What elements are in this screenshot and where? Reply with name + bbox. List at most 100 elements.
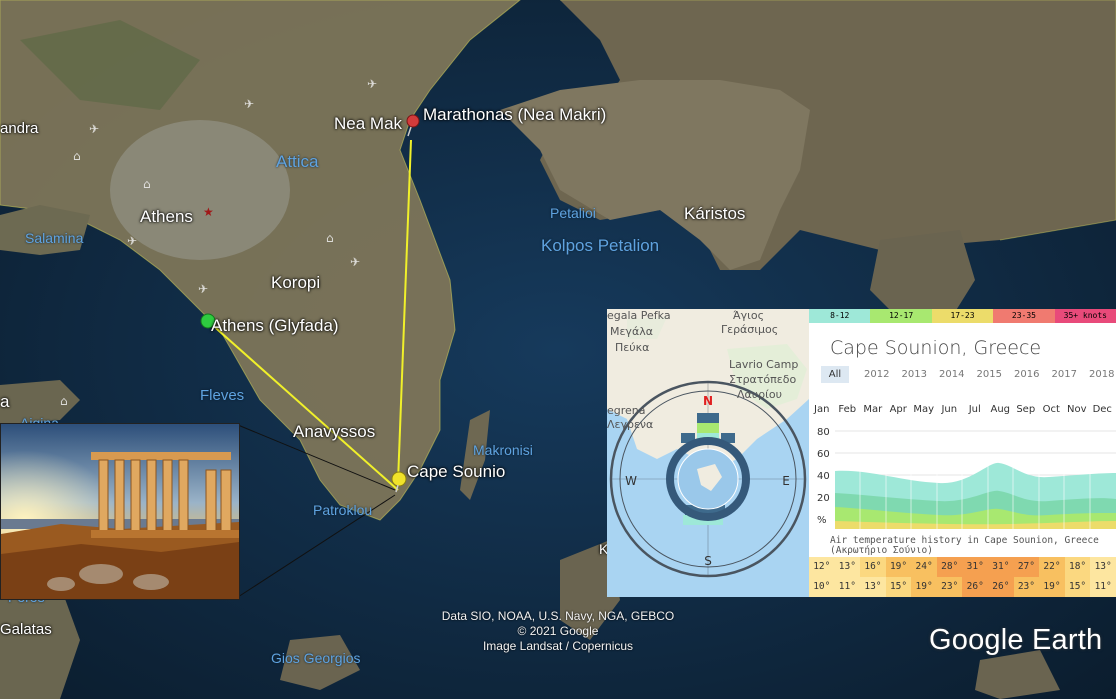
place-label-athens[interactable]: Athens bbox=[140, 207, 193, 227]
map-label: Λαυρίου bbox=[737, 388, 782, 401]
year-tab[interactable]: 2013 bbox=[896, 366, 934, 383]
map-label: egrena bbox=[607, 404, 646, 417]
temp-low-cell: 13° bbox=[860, 577, 886, 597]
temp-low-cell: 23° bbox=[936, 577, 963, 597]
place-label-galatas[interactable]: Galatas bbox=[0, 621, 52, 638]
month-label: Apr bbox=[889, 404, 907, 415]
temp-low-cell: 11° bbox=[1090, 577, 1116, 597]
wind-rose-map-panel[interactable]: N E S W egala Pefka Μεγάλα Πεύκα Άγιος Γ… bbox=[607, 309, 809, 597]
map-label: egala Pefka bbox=[607, 309, 671, 322]
capital-star-icon: ★ bbox=[203, 205, 214, 219]
month-label: May bbox=[913, 404, 935, 415]
temp-low-cell: 19° bbox=[911, 577, 937, 597]
map-label: Lavrio Camp bbox=[729, 358, 798, 371]
temperature-history-title: Air temperature history in Cape Sounion,… bbox=[830, 536, 1099, 556]
compass-south: S bbox=[704, 554, 712, 568]
place-label-petalioi[interactable]: Petalioi bbox=[550, 205, 596, 221]
temp-high-cell: 31° bbox=[962, 557, 989, 577]
museum-icon: ⌂ bbox=[143, 177, 151, 191]
legend-cell: 12-17 bbox=[870, 309, 932, 323]
place-label-nea-mak[interactable]: Nea Mak bbox=[334, 114, 402, 134]
temp-low-cell: 15° bbox=[1064, 577, 1091, 597]
temp-high-cell: 24° bbox=[911, 557, 937, 577]
temp-low-cell: 19° bbox=[1039, 577, 1065, 597]
temp-high-cell: 12° bbox=[809, 557, 835, 577]
place-label-a-left[interactable]: a bbox=[0, 392, 9, 412]
temp-high-cell: 13° bbox=[834, 557, 861, 577]
temperature-high-row: 12° 13° 16° 19° 24° 28° 31° 31° 27° 22° 18° 13° bbox=[809, 557, 1116, 577]
compass-east: E bbox=[782, 474, 790, 488]
legend-cell: 23-35 bbox=[993, 309, 1055, 323]
temp-low-cell: 15° bbox=[885, 577, 912, 597]
place-label-marathonas[interactable]: Marathonas (Nea Makri) bbox=[423, 105, 606, 125]
month-label: Dec bbox=[1092, 404, 1112, 415]
y-tick: 60 bbox=[817, 449, 830, 460]
attribution-line-1: Data SIO, NOAA, U.S. Navy, NGA, GEBCO bbox=[441, 609, 675, 623]
temple-of-poseidon-photo bbox=[0, 423, 240, 600]
place-label-makronisi[interactable]: Makronisi bbox=[473, 442, 533, 458]
compass-north: N bbox=[703, 394, 713, 408]
temp-high-cell: 18° bbox=[1064, 557, 1091, 577]
year-tab[interactable]: 2015 bbox=[971, 366, 1009, 383]
y-tick: 80 bbox=[817, 427, 830, 438]
place-label-salamina[interactable]: Salamina bbox=[25, 230, 83, 246]
y-tick: 20 bbox=[817, 493, 830, 504]
temp-high-cell: 31° bbox=[988, 557, 1014, 577]
year-tab[interactable]: 2014 bbox=[933, 366, 971, 383]
place-label-fleves[interactable]: Fleves bbox=[200, 387, 244, 404]
month-label: Nov bbox=[1066, 404, 1087, 415]
month-label: Mar bbox=[863, 404, 883, 415]
place-label-gios[interactable]: Gios Georgios bbox=[271, 650, 360, 666]
place-label-andra[interactable]: andra bbox=[0, 120, 38, 137]
airport-icon: ✈ bbox=[350, 255, 360, 269]
temp-high-cell: 19° bbox=[885, 557, 912, 577]
place-label-cape-sounio[interactable]: Cape Sounio bbox=[407, 462, 505, 482]
temp-high-cell: 27° bbox=[1013, 557, 1040, 577]
month-label: Sep bbox=[1016, 404, 1036, 415]
month-label: Oct bbox=[1042, 404, 1060, 415]
place-label-patroklou[interactable]: Patroklou bbox=[313, 502, 372, 518]
place-label-attica[interactable]: Attica bbox=[276, 152, 319, 172]
station-title: Cape Sounion, Greece bbox=[830, 337, 1042, 359]
map-label: Στρατόπεδο bbox=[729, 373, 796, 386]
legend-cell: 8-12 bbox=[809, 309, 871, 323]
map-label: Μεγάλα bbox=[610, 325, 653, 338]
month-label: Jul bbox=[968, 404, 981, 415]
map-label: Πεύκα bbox=[615, 341, 649, 354]
year-tabs: All 2012 2013 2014 2015 2016 2017 2018 bbox=[821, 366, 1116, 383]
attribution-line-2: © 2021 Google bbox=[517, 624, 599, 638]
temp-low-cell: 26° bbox=[962, 577, 989, 597]
compass-west: W bbox=[625, 474, 637, 488]
year-tab-all[interactable]: All bbox=[821, 366, 849, 383]
airport-icon: ✈ bbox=[367, 77, 377, 91]
attribution-line-3: Image Landsat / Copernicus bbox=[482, 639, 634, 653]
temp-low-cell: 11° bbox=[834, 577, 861, 597]
year-tab[interactable]: 2012 bbox=[858, 366, 896, 383]
place-label-anavyssos[interactable]: Anavyssos bbox=[293, 422, 375, 442]
y-tick: % bbox=[817, 515, 827, 526]
temp-high-cell: 13° bbox=[1090, 557, 1116, 577]
legend-cell: 35+ knots bbox=[1054, 309, 1116, 323]
temp-high-cell: 16° bbox=[860, 557, 886, 577]
map-label: Γεράσιμος bbox=[721, 323, 778, 336]
place-label-kolpos[interactable]: Kolpos Petalion bbox=[541, 236, 659, 256]
temp-low-cell: 26° bbox=[988, 577, 1014, 597]
place-label-karistos[interactable]: Káristos bbox=[684, 204, 745, 224]
history-title-line: (Ακρωτήριο Σούνιο) bbox=[830, 545, 933, 556]
place-label-koropi[interactable]: Koropi bbox=[271, 273, 320, 293]
airport-icon: ✈ bbox=[244, 97, 254, 111]
temp-high-cell: 28° bbox=[936, 557, 963, 577]
museum-icon: ⌂ bbox=[60, 394, 68, 408]
year-tab[interactable]: 2016 bbox=[1008, 366, 1046, 383]
year-tab[interactable]: 2018 bbox=[1083, 366, 1116, 383]
temp-low-cell: 10° bbox=[809, 577, 835, 597]
month-axis: Jan Feb Mar Apr May Jun Jul Aug Sep Oct … bbox=[809, 404, 1116, 415]
wind-statistics-panel: 8-12 12-17 17-23 23-35 35+ knots Cape So… bbox=[809, 309, 1116, 597]
museum-icon: ⌂ bbox=[326, 231, 334, 245]
temperature-low-row: 10° 11° 13° 15° 19° 23° 26° 26° 23° 19° 15° 11° bbox=[809, 577, 1116, 597]
month-label: Jun bbox=[941, 404, 958, 415]
year-tab[interactable]: 2017 bbox=[1046, 366, 1084, 383]
map-label: Άγιος bbox=[733, 309, 764, 322]
y-tick: 40 bbox=[817, 471, 830, 482]
place-label-glyfada[interactable]: Athens (Glyfada) bbox=[211, 316, 339, 336]
